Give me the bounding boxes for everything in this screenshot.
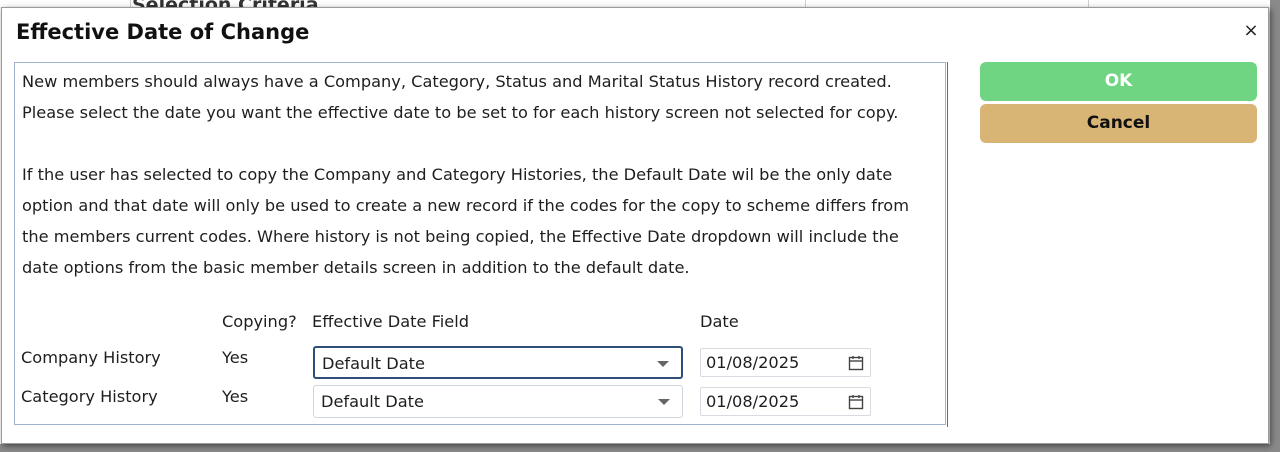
column-header-date: Date	[700, 312, 739, 331]
cancel-button[interactable]: Cancel	[980, 104, 1257, 143]
date-input-company[interactable]: 01/08/2025	[700, 348, 871, 377]
ok-button[interactable]: OK	[980, 62, 1257, 101]
row-copying-value: Yes	[222, 387, 249, 406]
column-header-copying: Copying?	[222, 312, 297, 331]
instruction-paragraph-2: If the user has selected to copy the Com…	[22, 165, 909, 277]
select-value: Default Date	[322, 354, 425, 373]
row-copying-value: Yes	[222, 348, 249, 367]
effective-date-field-select-company[interactable]: Default Date	[313, 346, 683, 379]
chevron-down-icon	[658, 399, 670, 405]
date-value: 01/08/2025	[706, 392, 800, 411]
panel-divider	[947, 62, 948, 427]
overlay-shade	[1270, 0, 1280, 452]
select-value: Default Date	[321, 392, 424, 411]
dialog-title: Effective Date of Change	[16, 20, 310, 44]
date-value: 01/08/2025	[706, 353, 800, 372]
row-label-company-history: Company History	[21, 348, 161, 367]
effective-date-field-select-category[interactable]: Default Date	[313, 385, 683, 418]
close-icon[interactable]: ×	[1242, 22, 1260, 40]
calendar-icon[interactable]	[848, 355, 864, 371]
chevron-down-icon	[657, 361, 669, 367]
column-header-effective-date-field: Effective Date Field	[312, 312, 469, 331]
effective-date-dialog: Effective Date of Change × New members s…	[1, 7, 1269, 444]
calendar-icon[interactable]	[848, 394, 864, 410]
overlay-shade	[0, 444, 1280, 452]
dialog-content-panel: New members should always have a Company…	[14, 62, 946, 425]
row-label-category-history: Category History	[21, 387, 158, 406]
date-input-category[interactable]: 01/08/2025	[700, 387, 871, 416]
instruction-paragraph-1: New members should always have a Company…	[22, 72, 899, 122]
